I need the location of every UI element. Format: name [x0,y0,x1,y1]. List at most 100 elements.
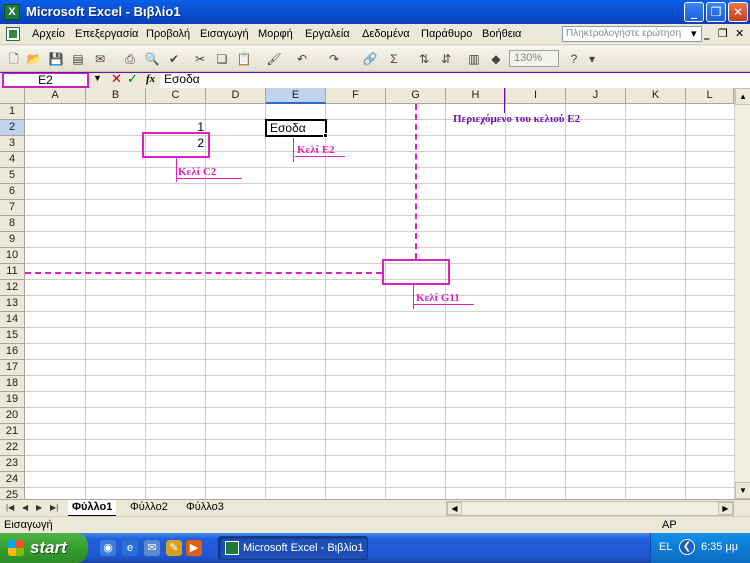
sort-ascending-icon[interactable]: ⇅ [416,51,432,67]
ie-quicklaunch-icon[interactable]: e [122,540,138,556]
sort-descending-icon[interactable]: ⇵ [438,51,454,67]
new-icon[interactable]: 🗋 [6,51,22,67]
copy-icon[interactable]: ❏ [214,51,230,67]
menu-format[interactable]: Μορφή [258,28,293,40]
row-header-19[interactable]: 19 [0,392,25,408]
fill-handle[interactable] [323,133,328,138]
doc-close-icon[interactable]: ✕ [735,27,744,40]
excel-app-icon[interactable]: X [4,4,20,20]
vertical-scrollbar[interactable]: ▲ ▼ [734,88,750,499]
last-sheet-icon[interactable]: ▶| [50,503,58,512]
select-all-corner[interactable] [0,88,25,104]
workbook-icon[interactable] [6,27,20,41]
scroll-right-icon[interactable]: ▶ [718,502,733,515]
language-indicator[interactable]: EL [659,541,672,553]
cell-e2[interactable]: Εσοδα [270,121,306,136]
name-box[interactable]: E2 [2,72,89,88]
help-icon[interactable]: ? [566,51,582,67]
horizontal-scrollbar[interactable]: ◀ ▶ [446,501,734,516]
paste-icon[interactable]: 📋 [236,51,252,67]
toolbar-options-icon[interactable]: ▾ [584,51,600,67]
column-header-j[interactable]: J [566,88,626,104]
row-header-10[interactable]: 10 [0,248,25,264]
name-box-dropdown-icon[interactable]: ▼ [93,73,102,83]
restore-button[interactable]: ❐ [706,2,726,22]
column-header-i[interactable]: I [506,88,566,104]
row-header-6[interactable]: 6 [0,184,25,200]
menu-data[interactable]: Δεδομένα [362,28,410,40]
start-button[interactable]: start [0,533,88,563]
column-header-l[interactable]: L [686,88,734,104]
column-header-g[interactable]: G [386,88,446,104]
column-header-h[interactable]: H [446,88,506,104]
menu-insert[interactable]: Εισαγωγή [200,28,249,40]
tray-arrow-icon[interactable]: ❮ [679,539,695,555]
open-icon[interactable]: 📂 [26,51,42,67]
print-preview-icon[interactable]: 🔍 [144,51,160,67]
zoom-select[interactable]: 130% [509,50,559,67]
taskbar-excel-button[interactable]: Microsoft Excel - Βιβλίο1 [218,536,368,560]
tab-sheet3[interactable]: Φύλλο3 [182,500,228,516]
menu-tools[interactable]: Εργαλεία [305,28,350,40]
row-header-12[interactable]: 12 [0,280,25,296]
column-header-d[interactable]: D [206,88,266,104]
scroll-up-icon[interactable]: ▲ [735,88,750,105]
row-header-4[interactable]: 4 [0,152,25,168]
row-header-14[interactable]: 14 [0,312,25,328]
row-header-2[interactable]: 2 [0,120,25,136]
column-header-a[interactable]: A [25,88,86,104]
hyperlink-icon[interactable]: 🔗 [362,51,378,67]
prev-sheet-icon[interactable]: ◀ [22,503,28,512]
format-painter-icon[interactable]: 🖌 [266,51,282,67]
spelling-icon[interactable]: ✔ [166,51,182,67]
close-button[interactable]: ✕ [728,2,748,22]
desktop-quicklaunch-icon[interactable]: ◉ [100,540,116,556]
autosum-icon[interactable]: Σ [386,51,402,67]
scroll-down-icon[interactable]: ▼ [735,482,750,499]
menu-view[interactable]: Προβολή [146,28,190,40]
confirm-entry-icon[interactable]: ✓ [127,72,138,87]
help-dropdown-icon[interactable]: ▾ [691,27,697,40]
row-header-9[interactable]: 9 [0,232,25,248]
menu-edit[interactable]: Επεξεργασία [75,28,138,40]
drawing-icon[interactable]: ◆ [488,51,504,67]
help-question-input[interactable]: Πληκτρολογήστε ερώτηση [562,26,702,42]
row-header-13[interactable]: 13 [0,296,25,312]
tab-sheet2[interactable]: Φύλλο2 [126,500,172,516]
print-icon[interactable]: ⎙ [122,51,138,67]
menu-window[interactable]: Παράθυρο [421,28,472,40]
minimize-button[interactable]: _ [684,2,704,22]
insert-function-icon[interactable]: fx [146,73,155,85]
redo-icon[interactable]: ↷ [326,51,342,67]
mail-icon[interactable]: ✉ [92,51,108,67]
menu-file[interactable]: Αρχείο [32,28,65,40]
chart-wizard-icon[interactable]: ▥ [466,51,482,67]
menu-help[interactable]: Βοήθεια [482,28,521,40]
row-header-17[interactable]: 17 [0,360,25,376]
row-header-20[interactable]: 20 [0,408,25,424]
scroll-left-icon[interactable]: ◀ [447,502,462,515]
doc-restore-icon[interactable]: ❐ [718,27,728,40]
row-header-1[interactable]: 1 [0,104,25,120]
row-header-16[interactable]: 16 [0,344,25,360]
cancel-entry-icon[interactable]: ✕ [111,72,122,87]
column-header-c[interactable]: C [146,88,206,104]
row-header-24[interactable]: 24 [0,472,25,488]
mail-quicklaunch-icon[interactable]: ✉ [144,540,160,556]
column-header-f[interactable]: F [326,88,386,104]
row-header-3[interactable]: 3 [0,136,25,152]
row-header-11[interactable]: 11 [0,264,25,280]
worksheet-grid[interactable]: A B C D E F G H I J K L 1 2 3 4 5 6 7 8 9 10 11 12 1… [0,88,750,499]
tab-sheet1[interactable]: Φύλλο1 [68,500,117,516]
column-header-b[interactable]: B [86,88,146,104]
row-header-18[interactable]: 18 [0,376,25,392]
doc-minimize-icon[interactable]: _ [704,27,710,40]
row-header-22[interactable]: 22 [0,440,25,456]
row-header-23[interactable]: 23 [0,456,25,472]
formula-input[interactable]: Εσοδα [160,72,750,88]
folder-quicklaunch-icon[interactable]: ✎ [166,540,182,556]
row-header-8[interactable]: 8 [0,216,25,232]
column-header-k[interactable]: K [626,88,686,104]
row-header-7[interactable]: 7 [0,200,25,216]
next-sheet-icon[interactable]: ▶ [36,503,42,512]
